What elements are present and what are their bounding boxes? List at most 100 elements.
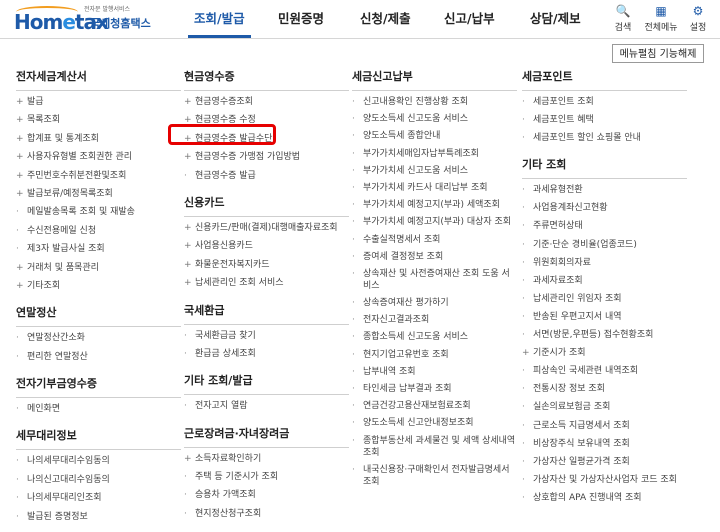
menu-item[interactable]: · 위원회회의자료: [522, 257, 687, 269]
menu-item[interactable]: · 상속재산 및 사전증여재산 조회 도움 서비스: [352, 268, 517, 292]
menu-item[interactable]: · 현지기업고유번호 조회: [352, 349, 517, 361]
menu-item[interactable]: · 양도소득세 종합안내: [352, 130, 517, 142]
section-title[interactable]: 세금포인트: [522, 68, 687, 86]
menu-item[interactable]: · 전자고지 열람: [184, 400, 349, 412]
section-title[interactable]: 전자기부금영수증: [16, 375, 181, 393]
menu-item[interactable]: · 부가가치세 신고도움 서비스: [352, 165, 517, 177]
menu-item[interactable]: · 과세자료조회: [522, 275, 687, 287]
section-title[interactable]: 현금영수증: [184, 68, 349, 86]
menu-item[interactable]: · 상속증여재산 평가하기: [352, 297, 517, 309]
menu-item-label: 증여세 결정정보 조회: [363, 251, 444, 262]
menu-item[interactable]: + 소득자료확인하기: [184, 453, 349, 465]
section-title[interactable]: 기타 조회: [522, 156, 687, 174]
menu-item[interactable]: · 환급금 상세조회: [184, 348, 349, 360]
expand-plus-icon: +: [16, 262, 24, 273]
menu-item[interactable]: + 화물운전자복지카드: [184, 259, 349, 271]
menu-item[interactable]: + 주민번호수취분전환및조회: [16, 170, 181, 182]
menu-item[interactable]: · 서면(방문,우편등) 접수현황조회: [522, 329, 687, 341]
menu-item[interactable]: · 연금건강고용산재보험료조회: [352, 400, 517, 412]
section-title[interactable]: 전자세금계산서: [16, 68, 181, 86]
menu-item[interactable]: · 세금포인트 할인 쇼핑몰 안내: [522, 132, 687, 144]
menu-item[interactable]: · 근로소득 지급명세서 조회: [522, 420, 687, 432]
menu-item[interactable]: + 사업용신용카드: [184, 240, 349, 252]
search-button[interactable]: 🔍 검색: [607, 3, 639, 33]
menu-item[interactable]: + 거래처 및 품목관리: [16, 262, 181, 274]
nav-certificates[interactable]: 민원증명: [278, 0, 324, 38]
menu-item[interactable]: · 기준·단순 경비율(업종코드): [522, 239, 687, 251]
menu-item[interactable]: + 납세관리인 조회 서비스: [184, 277, 349, 289]
menu-item[interactable]: · 세금포인트 혜택: [522, 114, 687, 126]
menu-item[interactable]: · 주류면허상태: [522, 220, 687, 232]
menu-item[interactable]: · 타인세금 납부결과 조회: [352, 383, 517, 395]
menu-item[interactable]: · 현금영수증 발급: [184, 170, 349, 182]
menu-item[interactable]: · 발급된 증명정보: [16, 511, 181, 523]
nav-report-pay[interactable]: 신고/납부: [444, 0, 495, 38]
menu-item[interactable]: + 현금영수증조회: [184, 96, 349, 108]
menu-item[interactable]: · 실손의료보험금 조회: [522, 401, 687, 413]
menu-item[interactable]: · 국세환급금 찾기: [184, 330, 349, 342]
bullet-icon: ·: [184, 170, 187, 181]
menu-item[interactable]: · 부가가치세 카드사 대리납부 조회: [352, 182, 517, 194]
menu-item[interactable]: · 과세유형전환: [522, 184, 687, 196]
menu-item[interactable]: · 승용차 가액조회: [184, 489, 349, 501]
menu-item[interactable]: · 제3자 발급사실 조회: [16, 243, 181, 255]
nav-consult-report[interactable]: 상담/제보: [530, 0, 581, 38]
menu-item[interactable]: · 전자신고결과조회: [352, 314, 517, 326]
menu-item[interactable]: · 연말정산간소화: [16, 332, 181, 344]
menu-item[interactable]: · 증여세 결정정보 조회: [352, 251, 517, 263]
menu-item[interactable]: · 현지정산청구조회: [184, 508, 349, 520]
menu-item[interactable]: · 사업용계좌신고현황: [522, 202, 687, 214]
menu-item[interactable]: + 사용자유형별 조회권한 관리: [16, 151, 181, 163]
section-title[interactable]: 근로장려금·자녀장려금: [184, 425, 349, 443]
section-title[interactable]: 세무대리정보: [16, 427, 181, 445]
section-title[interactable]: 신용카드: [184, 194, 349, 212]
menu-item[interactable]: + 현금영수증 가맹점 가입방법: [184, 151, 349, 163]
menu-item[interactable]: · 종합부동산세 과세물건 및 세액 상세내역 조회: [352, 435, 517, 459]
menu-expand-toggle-button[interactable]: 메뉴펼침 기능해제: [612, 44, 704, 63]
menu-item[interactable]: · 반송된 우편고지서 내역: [522, 311, 687, 323]
menu-item[interactable]: · 양도소득세 신고안내정보조회: [352, 417, 517, 429]
section-title[interactable]: 기타 조회/발급: [184, 372, 349, 390]
menu-item[interactable]: + 합계표 및 통계조회: [16, 133, 181, 145]
menu-item[interactable]: · 양도소득세 신고도움 서비스: [352, 113, 517, 125]
all-menu-button[interactable]: ▦ 전체메뉴: [641, 3, 681, 33]
menu-item[interactable]: + 신용카드/판매(결제)대행매출자료조회: [184, 222, 349, 234]
section-title[interactable]: 연말정산: [16, 304, 181, 322]
menu-item[interactable]: · 납세관리인 위임자 조회: [522, 293, 687, 305]
nav-inquiry-issue[interactable]: 조회/발급: [188, 0, 251, 38]
menu-item[interactable]: · 납부내역 조회: [352, 366, 517, 378]
nav-apply-submit[interactable]: 신청/제출: [360, 0, 411, 38]
menu-item[interactable]: · 내국신용장·구매확인서 전자발급명세서 조회: [352, 464, 517, 488]
menu-item[interactable]: · 수출실적명세서 조회: [352, 234, 517, 246]
menu-item[interactable]: · 가상자산 일평균가격 조회: [522, 456, 687, 468]
menu-item[interactable]: + 기준시가 조회: [522, 347, 687, 359]
menu-item[interactable]: · 편리한 연말정산: [16, 351, 181, 363]
menu-item[interactable]: · 피상속인 국세관련 내역조회: [522, 365, 687, 377]
menu-item[interactable]: + 발급: [16, 96, 181, 108]
menu-item[interactable]: · 비상장주식 보유내역 조회: [522, 438, 687, 450]
menu-item[interactable]: · 주택 등 기준시가 조회: [184, 471, 349, 483]
menu-item-label: 기준·단순 경비율(업종코드): [533, 239, 637, 250]
menu-item[interactable]: · 나의세무대리수임동의: [16, 455, 181, 467]
menu-item[interactable]: · 부가가치세 예정고지(부과) 세액조회: [352, 199, 517, 211]
menu-item[interactable]: · 세금포인트 조회: [522, 96, 687, 108]
settings-button[interactable]: ⚙ 설정: [682, 3, 714, 33]
menu-item[interactable]: + 발급보류/예정목록조회: [16, 188, 181, 200]
menu-item[interactable]: · 부가가치세 예정고지(부과) 대상자 조회: [352, 216, 517, 228]
menu-item[interactable]: · 수신전용메일 신청: [16, 225, 181, 237]
menu-item[interactable]: · 나의신고대리수임동의: [16, 474, 181, 486]
menu-item-label: 연금건강고용산재보험료조회: [363, 401, 471, 412]
menu-item[interactable]: · 신고내용확인 진행상황 조회: [352, 96, 517, 108]
menu-item[interactable]: · 전통시장 정보 조회: [522, 383, 687, 395]
menu-item[interactable]: + 기타조회: [16, 280, 181, 292]
menu-item[interactable]: · 나의세무대리인조회: [16, 492, 181, 504]
menu-item[interactable]: · 종합소득세 신고도움 서비스: [352, 331, 517, 343]
menu-item[interactable]: + 목록조회: [16, 114, 181, 126]
section-title[interactable]: 국세환급: [184, 302, 349, 320]
menu-item[interactable]: · 메인화면: [16, 403, 181, 415]
menu-item[interactable]: · 부가가치세매입자납부특례조회: [352, 148, 517, 160]
menu-item[interactable]: · 가상자산 및 가상자산사업자 코드 조회: [522, 474, 687, 486]
section-title[interactable]: 세금신고납부: [352, 68, 517, 86]
menu-item[interactable]: · 상호합의 APA 진행내역 조회: [522, 492, 687, 504]
menu-item[interactable]: · 메일발송목록 조회 및 재발송: [16, 206, 181, 218]
